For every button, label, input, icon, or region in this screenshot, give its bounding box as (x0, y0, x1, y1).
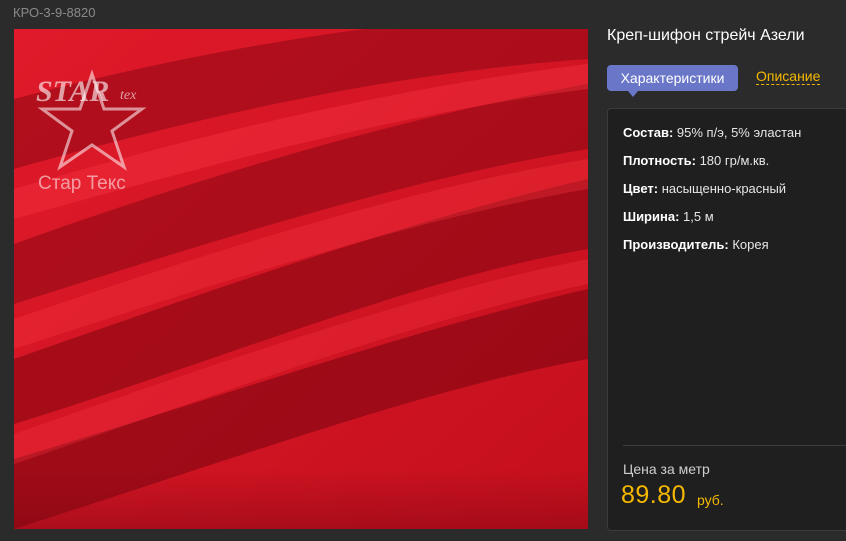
spec-value: 1,5 м (679, 209, 714, 224)
price-divider (623, 445, 846, 446)
spec-value: насыщенно-красный (658, 181, 787, 196)
startex-logo: STAR tex Стар Текс (32, 69, 162, 194)
price-currency: руб. (697, 492, 724, 508)
spec-value: 180 гр/м.кв. (695, 153, 770, 168)
product-sku: КРО-3-9-8820 (13, 5, 96, 20)
star-logo-icon: STAR tex (36, 69, 147, 171)
specs-panel: Состав: 95% п/э, 5% эластан Плотность: 1… (607, 108, 846, 531)
spec-composition: Состав: 95% п/э, 5% эластан (623, 125, 801, 140)
product-photo[interactable]: STAR tex Стар Текс (14, 29, 588, 529)
spec-density: Плотность: 180 гр/м.кв. (623, 153, 769, 168)
logo-text-main: STAR (36, 75, 109, 108)
spec-width: Ширина: 1,5 м (623, 209, 714, 224)
tab-pointer-arrow (628, 91, 638, 97)
price-value: 89.80 (621, 481, 687, 509)
spec-key: Плотность: (623, 153, 696, 168)
spec-key: Производитель: (623, 237, 729, 252)
tab-characteristics[interactable]: Характеристики (607, 65, 738, 91)
spec-key: Ширина: (623, 209, 680, 224)
tab-characteristics-label: Характеристики (620, 70, 725, 86)
spec-color: Цвет: насыщенно-красный (623, 181, 786, 196)
logo-subtitle: Стар Текс (38, 173, 126, 194)
price-label: Цена за метр (623, 461, 710, 477)
spec-value: 95% п/э, 5% эластан (673, 125, 802, 140)
product-title: Креп-шифон стрейч Азели (607, 27, 805, 44)
logo-text-small: tex (120, 88, 137, 103)
spec-manufacturer: Производитель: Корея (623, 237, 769, 252)
spec-key: Состав: (623, 125, 674, 140)
tab-description[interactable]: Описание (756, 68, 821, 85)
spec-value: Корея (728, 237, 769, 252)
spec-key: Цвет: (623, 181, 659, 196)
